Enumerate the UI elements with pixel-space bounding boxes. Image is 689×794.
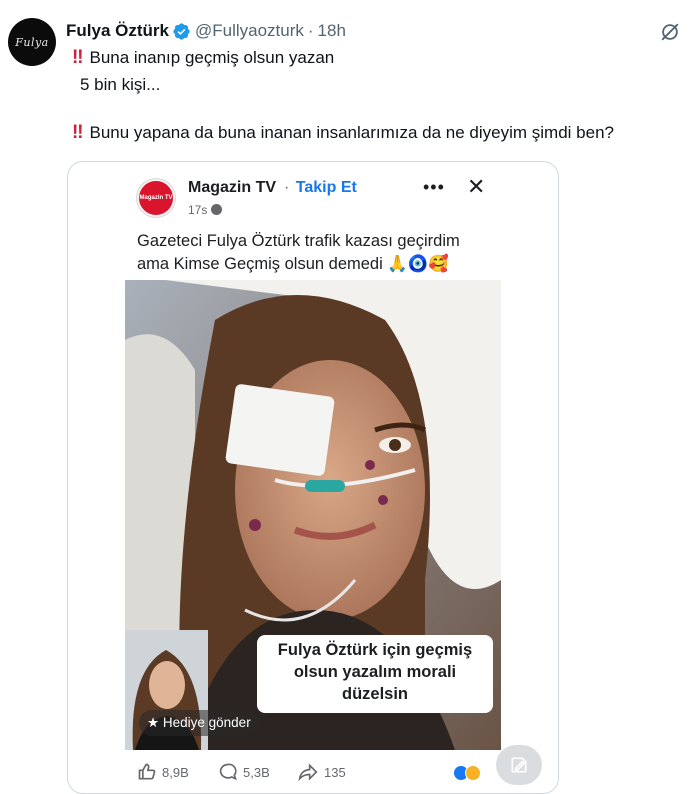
share-count: 135 (297, 762, 346, 782)
display-name[interactable]: Fulya Öztürk (66, 21, 169, 41)
double-exclamation-icon: ‼ (72, 122, 84, 143)
tweet-text-line-2: 5 bin kişi... (80, 75, 161, 94)
separator-dot: · (284, 179, 290, 196)
caption-line-1: Gazeteci Fulya Öztürk trafik kazası geçi… (137, 232, 460, 250)
like-count: 8,9B (137, 762, 189, 782)
close-icon: ✕ (467, 174, 486, 199)
double-exclamation-icon: ‼ (72, 47, 84, 68)
overlay-line-1: Fulya Öztürk için geçmiş (277, 641, 473, 659)
sad-reaction-icon (465, 765, 481, 781)
magazin-tv-logo: Magazin TV (137, 179, 175, 217)
avatar-logo-text: Fulya (15, 35, 49, 49)
post-time: 17s (188, 203, 223, 217)
gift-label: Hediye gönder (162, 715, 251, 730)
send-gift-button: ★ Hediye gönder (139, 710, 259, 736)
tweet-header: Fulya Öztürk @Fullyaozturk · 18h (66, 20, 346, 42)
hospital-photo: Fulya Öztürk için geçmiş olsun yazalım m… (125, 280, 501, 750)
avatar[interactable]: Fulya (8, 18, 56, 66)
reaction-bar: 8,9B 5,3B 135 (125, 758, 501, 788)
more-options-icon: ••• (423, 177, 445, 197)
verified-badge-icon (172, 22, 191, 41)
reaction-emojis (453, 765, 481, 781)
gift-icon: ★ (147, 715, 160, 730)
post-time-text: 17s (188, 203, 208, 217)
overlay-message: Fulya Öztürk için geçmiş olsun yazalım m… (257, 635, 493, 713)
share-icon (298, 763, 318, 782)
grok-icon[interactable] (659, 21, 681, 43)
globe-icon (211, 204, 223, 215)
logo-text: Magazin TV (139, 194, 173, 201)
page-name: Magazin TV (188, 179, 277, 196)
tweet-text-line-3: ‼ Bunu yapana da buna inanan insanlarımız… (72, 121, 614, 145)
tweet[interactable]: Fulya Fulya Öztürk @Fullyaozturk · 18h ‼… (0, 0, 689, 794)
facebook-post-screenshot: Magazin TV Magazin TV · Takip Et 17s •••… (125, 162, 501, 793)
comments-text: 5,3B (243, 764, 270, 780)
embedded-screenshot[interactable]: Magazin TV Magazin TV · Takip Et 17s •••… (67, 161, 559, 794)
caption-line-2: ama Kimse Geçmiş olsun demedi 🙏🧿🥰 (137, 255, 449, 273)
comment-icon (219, 763, 237, 781)
overlay-line-2: olsun yazalım morali (293, 663, 457, 681)
likes-text: 8,9B (162, 764, 189, 780)
post-caption: Gazeteci Fulya Öztürk trafik kazası geçi… (137, 230, 460, 276)
follow-label: Takip Et (295, 179, 357, 196)
tweet-text-line-1: ‼ Buna inanıp geçmiş olsun yazan (72, 46, 334, 70)
tweet-text: Bunu yapana da buna inanan insanlarımıza… (89, 123, 614, 142)
follow-link: · Takip Et (284, 179, 357, 197)
overlay-line-3: düzelsin (341, 685, 408, 703)
like-icon (138, 763, 156, 780)
timestamp[interactable]: 18h (318, 21, 346, 41)
alt-text-icon[interactable] (496, 745, 542, 785)
tweet-text: Buna inanıp geçmiş olsun yazan (89, 48, 335, 67)
user-handle[interactable]: @Fullyaozturk (195, 21, 304, 41)
comment-count: 5,3B (218, 762, 270, 782)
shares-text: 135 (324, 764, 346, 780)
separator-dot: · (307, 21, 314, 40)
